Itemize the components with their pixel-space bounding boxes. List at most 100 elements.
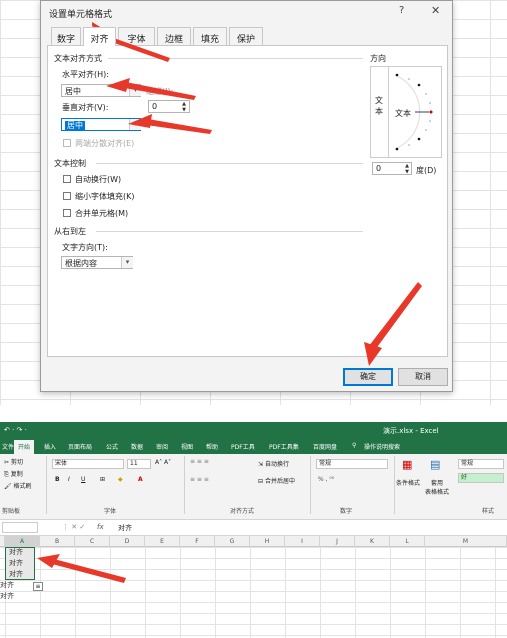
tab-number[interactable]: 数字 <box>51 27 81 45</box>
font-size-box[interactable]: 11 <box>127 459 151 469</box>
cell-a2[interactable]: 对齐 <box>9 558 23 568</box>
style-good-label: 好 <box>461 474 468 481</box>
column-header-k[interactable]: K <box>355 536 390 547</box>
merge-cells-checkbox[interactable] <box>63 209 71 217</box>
worksheet-grid[interactable]: 对齐 对齐 对齐 对齐 对齐 ≡ <box>0 547 507 638</box>
fx-icon[interactable]: fx <box>97 523 104 531</box>
name-box[interactable] <box>2 522 38 533</box>
chevron-down-icon[interactable]: ▾ <box>129 119 141 130</box>
table-format-icon[interactable]: ▤ <box>430 458 440 471</box>
tab-alignment[interactable]: 对齐 <box>83 27 116 46</box>
cell-a1[interactable]: 对齐 <box>9 547 23 557</box>
distributed-checkbox[interactable] <box>63 139 71 147</box>
column-header-l[interactable]: L <box>390 536 425 547</box>
copy-button[interactable]: ⎘ 复制 <box>4 469 23 479</box>
wrap-text-button[interactable]: ⇲ 自动换行 <box>258 459 289 468</box>
tell-me-search[interactable]: 操作说明搜索 <box>364 442 400 451</box>
alignment-group-label: 对齐方式 <box>230 508 255 515</box>
column-header-e[interactable]: E <box>145 536 180 547</box>
cell-a3[interactable]: 对齐 <box>9 569 23 579</box>
column-header-h[interactable]: H <box>250 536 285 547</box>
font-name-value: 宋体 <box>55 460 68 467</box>
ribbon-tab-pdf-toolset[interactable]: PDF工具集 <box>269 442 299 451</box>
degrees-value: 0 <box>376 164 382 173</box>
formula-content[interactable]: 对齐 <box>118 523 132 533</box>
align-top-icons[interactable]: ≡ ≡ ≡ <box>190 458 209 465</box>
shrink-to-fit-checkbox[interactable] <box>63 192 71 200</box>
cut-button[interactable]: ✂ 剪切 <box>4 457 23 466</box>
column-header-j[interactable]: J <box>320 536 355 547</box>
style-normal[interactable]: 常规 <box>458 459 504 469</box>
bold-button[interactable]: B <box>55 476 60 483</box>
ribbon-tab-insert[interactable]: 插入 <box>44 442 56 451</box>
help-button[interactable]: ? <box>399 5 404 16</box>
border-icon[interactable]: ⊞ <box>100 476 105 483</box>
wrap-text-checkbox[interactable] <box>63 175 71 183</box>
cell-a4[interactable]: 对齐 <box>0 580 14 590</box>
align-horizontal-icons[interactable]: ≡ ≡ ≡ <box>190 476 209 483</box>
tab-fill[interactable]: 填充 <box>193 27 227 45</box>
ribbon-tab-baidu[interactable]: 百度网盘 <box>313 442 337 451</box>
conditional-format-icon[interactable]: ▦ <box>402 458 412 471</box>
ok-button[interactable]: 确定 <box>343 368 393 386</box>
formula-buttons-icon[interactable]: ⋮ ✕ ✓ <box>62 523 85 531</box>
style-good[interactable]: 好 <box>458 473 504 483</box>
cancel-button[interactable]: 取消 <box>398 368 448 386</box>
chevron-down-icon[interactable]: ▾ <box>121 257 133 268</box>
number-format-value: 常规 <box>319 460 332 467</box>
column-header-m[interactable]: M <box>425 536 507 547</box>
table-format-label[interactable]: 套用 表格格式 <box>425 478 449 496</box>
ribbon-tab-review[interactable]: 审阅 <box>156 442 168 451</box>
tab-font[interactable]: 字体 <box>118 27 155 45</box>
ribbon-tab-view[interactable]: 视图 <box>181 442 193 451</box>
column-header-c[interactable]: C <box>75 536 110 547</box>
ribbon-tab-page-layout[interactable]: 页面布局 <box>68 442 92 451</box>
search-icon[interactable]: ⚲ <box>352 442 356 449</box>
column-header-b[interactable]: B <box>40 536 75 547</box>
merge-center-button[interactable]: ⊟ 合并后居中 <box>258 476 295 485</box>
style-normal-label: 常规 <box>461 460 474 467</box>
ribbon-tab-file[interactable]: 文件 <box>2 442 14 451</box>
column-header-g[interactable]: G <box>215 536 250 547</box>
cut-label: 剪切 <box>10 459 23 466</box>
ribbon-tab-formulas[interactable]: 公式 <box>106 442 118 451</box>
close-button[interactable]: ✕ <box>431 4 440 17</box>
section-divider <box>108 58 363 59</box>
degrees-spinner-icon[interactable]: ▲ ▼ <box>402 163 412 176</box>
tab-border[interactable]: 边框 <box>157 27 191 45</box>
underline-button[interactable]: U <box>81 476 85 483</box>
indent-label: 缩进(I): <box>146 87 174 96</box>
text-alignment-section: 文本对齐方式 <box>54 54 102 63</box>
font-color-icon[interactable]: A <box>138 476 143 483</box>
chevron-down-icon[interactable]: ▾ <box>129 85 141 96</box>
indent-spinner-icon[interactable]: ▲ ▼ <box>179 101 189 114</box>
column-header-f[interactable]: F <box>180 536 215 547</box>
vertical-align-label: 垂直对齐(V): <box>62 103 109 112</box>
orientation-box[interactable]: 文本 文本 <box>370 66 442 158</box>
italic-button[interactable]: I <box>68 476 70 483</box>
font-name-box[interactable]: 宋体 <box>52 459 124 469</box>
tab-protection[interactable]: 保护 <box>229 27 263 45</box>
column-header-i[interactable]: I <box>285 536 320 547</box>
number-format-box[interactable]: 常规 <box>316 459 388 469</box>
number-format-icons[interactable]: % , ⁰⁰ <box>318 476 334 483</box>
column-header-a[interactable]: A <box>5 536 40 547</box>
quick-access-toolbar[interactable]: ↶ · ↷ · <box>4 426 27 434</box>
ribbon-tab-help[interactable]: 帮助 <box>206 442 218 451</box>
horizontal-align-label: 水平对齐(H): <box>62 70 109 79</box>
ribbon-tab-data[interactable]: 数据 <box>131 442 143 451</box>
column-header-d[interactable]: D <box>110 536 145 547</box>
format-painter-button[interactable]: 🖌 格式刷 <box>4 481 32 490</box>
quick-analysis-icon[interactable]: ≡ <box>33 582 43 591</box>
font-group-label: 字体 <box>104 508 117 515</box>
vertical-text-box[interactable]: 文本 <box>371 67 389 157</box>
cell-a5[interactable]: 对齐 <box>0 591 14 601</box>
ribbon-tab-home[interactable]: 开始 <box>14 440 35 454</box>
rtl-section: 从右到左 <box>54 227 86 236</box>
group-divider <box>310 456 311 514</box>
fill-color-icon[interactable]: ◆ <box>118 476 123 483</box>
font-grow-shrink-icon[interactable]: A˄ A˅ <box>155 459 171 466</box>
ribbon-tabs: 文件 开始 插入 页面布局 公式 数据 审阅 视图 帮助 PDF工具 PDF工具… <box>0 440 507 454</box>
conditional-format-label[interactable]: 条件格式 <box>396 478 420 487</box>
ribbon-tab-pdf-tools[interactable]: PDF工具 <box>231 442 255 451</box>
